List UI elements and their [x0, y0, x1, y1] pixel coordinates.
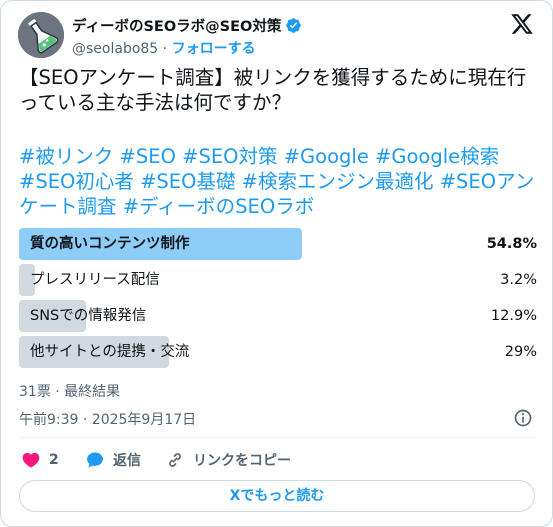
info-icon[interactable]: [513, 408, 533, 428]
copy-link-label: リンクをコピー: [193, 453, 291, 469]
link-icon: [169, 453, 181, 467]
reply-bubble-icon: [87, 452, 103, 468]
poll-option-2: プレスリリース配信 3.2%: [19, 264, 537, 296]
poll-percent-2: 3.2%: [500, 272, 537, 288]
flask-avatar-icon: [18, 12, 64, 58]
copy-link-button[interactable]: リンクをコピー: [165, 450, 291, 470]
like-count: 2: [49, 452, 59, 468]
author-avatar[interactable]: [18, 12, 64, 58]
author-name[interactable]: ディーボのSEOラボ@SEO対策: [72, 15, 281, 36]
author-handle[interactable]: @seolabo85: [72, 41, 158, 57]
author-subline: @seolabo85 · フォローする: [72, 38, 256, 58]
like-button[interactable]: 2: [21, 450, 59, 470]
tweet-text: 【SEOアンケート調査】被リンクを獲得するために現在行っている主な手法は何ですか…: [19, 66, 527, 114]
x-logo-icon[interactable]: [510, 12, 534, 36]
poll-option-1: 質の高いコンテンツ制作 54.8%: [19, 228, 537, 260]
poll-meta: 31票 · 最終結果: [19, 384, 121, 400]
heart-icon: [22, 452, 40, 468]
read-more-button[interactable]: Xでもっと読む: [19, 480, 535, 512]
poll-percent-4: 29%: [504, 344, 537, 360]
author-name-row[interactable]: ディーボのSEOラボ@SEO対策: [72, 15, 302, 36]
separator-dot: ·: [162, 41, 168, 57]
poll-percent-1: 54.8%: [486, 236, 537, 252]
poll-label-4: 他サイトとの提携・交流: [30, 344, 190, 360]
poll-label-1: 質の高いコンテンツ制作: [30, 236, 190, 252]
poll-percent-3: 12.9%: [490, 308, 537, 324]
poll-option-3: SNSでの情報発信 12.9%: [19, 300, 537, 332]
poll-label-3: SNSでの情報発信: [30, 308, 147, 324]
reply-label: 返信: [113, 453, 141, 469]
poll-label-2: プレスリリース配信: [30, 272, 160, 288]
reply-button[interactable]: 返信: [85, 450, 141, 470]
tweet-card: ディーボのSEOラボ@SEO対策 @seolabo85 · フォローする 【SE…: [0, 0, 553, 527]
verified-badge-icon: [286, 18, 302, 33]
follow-button[interactable]: フォローする: [172, 41, 256, 57]
poll-option-4: 他サイトとの提携・交流 29%: [19, 336, 537, 368]
divider: [19, 437, 537, 438]
tweet-hashtags[interactable]: #被リンク #SEO #SEO対策 #Google #Google検索 #SEO…: [19, 144, 541, 219]
tweet-timestamp[interactable]: 午前9:39 · 2025年9月17日: [19, 409, 196, 429]
